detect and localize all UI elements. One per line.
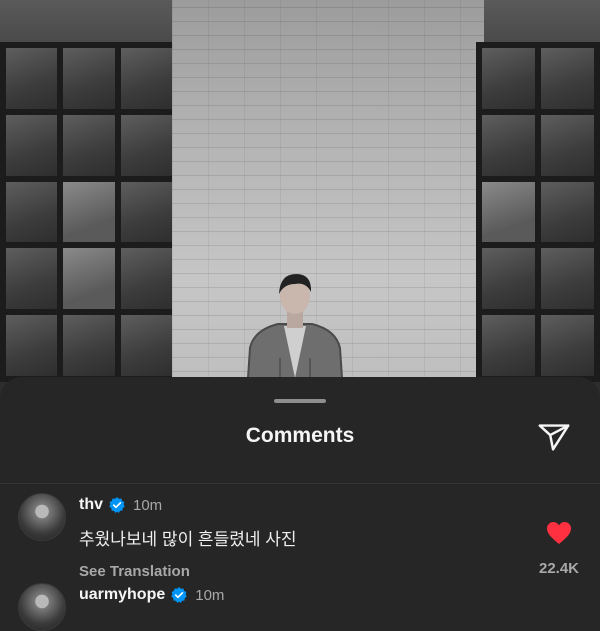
drag-handle[interactable] xyxy=(274,399,326,403)
paper-plane-icon[interactable] xyxy=(535,417,573,455)
comment-meta: thv 10m xyxy=(79,496,162,514)
comment-meta: uarmyhope 10m xyxy=(79,586,224,604)
comments-sheet: Comments thv 10m 추웠나보네 많이 흔들렸네 사진 See Tr… xyxy=(0,377,600,631)
photo-window-left xyxy=(0,42,178,382)
verified-badge-icon xyxy=(109,497,125,514)
comment-time: 10m xyxy=(195,586,225,604)
see-translation-link[interactable]: See Translation xyxy=(79,563,190,580)
comment-time: 10m xyxy=(133,496,163,514)
comment-like: 22.4K xyxy=(531,521,587,577)
photo-window-right xyxy=(476,42,600,382)
avatar[interactable] xyxy=(18,583,66,631)
sheet-divider xyxy=(0,483,600,484)
comment-text: 추웠나보네 많이 흔들렸네 사진 xyxy=(79,530,297,549)
verified-badge-icon xyxy=(171,587,187,604)
sheet-title: Comments xyxy=(245,424,355,447)
comment-username[interactable]: thv xyxy=(79,496,103,514)
comment-username[interactable]: uarmyhope xyxy=(79,586,165,604)
post-photo xyxy=(0,0,600,400)
like-count: 22.4K xyxy=(538,560,580,577)
heart-icon[interactable] xyxy=(546,521,572,545)
avatar[interactable] xyxy=(18,493,66,541)
